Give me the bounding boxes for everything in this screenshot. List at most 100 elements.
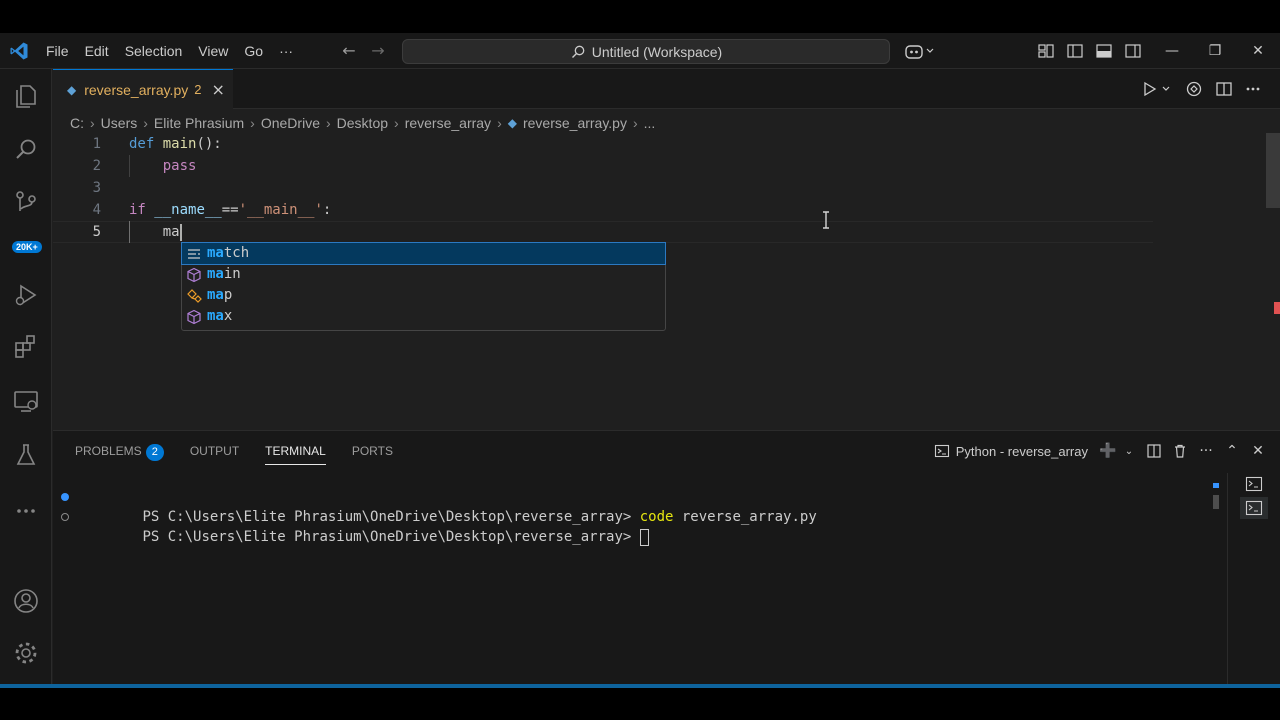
text-caret xyxy=(179,223,182,241)
run-dropdown-icon[interactable] xyxy=(1161,80,1171,98)
suggestion-max[interactable]: max xyxy=(182,306,665,327)
tab-ports[interactable]: PORTS xyxy=(352,431,393,471)
split-terminal-icon[interactable] xyxy=(1142,439,1166,463)
trash-icon[interactable] xyxy=(1168,439,1192,463)
toggle-secondary-sidebar-icon[interactable] xyxy=(1124,42,1142,60)
line-number: 3 xyxy=(92,180,101,196)
editor-scrollbar[interactable] xyxy=(1264,133,1280,430)
suggestion-rest: x xyxy=(223,308,233,324)
breadcrumb-file[interactable]: reverse_array.py xyxy=(523,115,627,131)
scrollbar-thumb[interactable] xyxy=(1266,133,1280,208)
restore-icon[interactable]: ❐ xyxy=(1193,33,1237,69)
terminal-instance-2[interactable] xyxy=(1240,497,1268,519)
keyword: def xyxy=(129,136,155,152)
customize-layout-icon[interactable] xyxy=(1037,42,1055,60)
breadcrumb-drive[interactable]: C: xyxy=(70,115,84,131)
close-icon[interactable]: ✕ xyxy=(1236,33,1280,69)
chevron-down-icon[interactable]: ⌄ xyxy=(1122,439,1136,463)
typed-text: ma xyxy=(162,224,180,240)
command-center[interactable]: Untitled (Workspace) xyxy=(402,39,890,64)
breadcrumb-users[interactable]: Users xyxy=(101,115,138,131)
source-control-icon[interactable] xyxy=(12,189,40,217)
suggestion-match-highlight: ma xyxy=(207,266,224,282)
forward-arrow-icon[interactable]: → xyxy=(368,41,388,61)
suggestion-rest: p xyxy=(223,287,233,303)
panel-tabs: PROBLEMS 2 OUTPUT TERMINAL PORTS xyxy=(75,431,419,471)
close-panel-icon[interactable]: ✕ xyxy=(1246,439,1270,463)
more-icon[interactable]: ··· xyxy=(1194,439,1218,463)
search-icon[interactable] xyxy=(12,136,40,164)
copilot-icon[interactable] xyxy=(905,42,935,60)
extensions-icon[interactable] xyxy=(12,333,40,361)
code-line: 4 if __name__=='__main__': xyxy=(53,199,1153,221)
line-number: 5 xyxy=(92,224,101,240)
close-tab-icon[interactable]: × xyxy=(211,80,224,99)
chevron-right-icon: › xyxy=(325,115,331,131)
scrollbar-thumb[interactable] xyxy=(1213,495,1219,509)
new-terminal-icon[interactable]: ➕ xyxy=(1096,439,1120,463)
accounts-icon[interactable] xyxy=(12,587,40,615)
module-icon xyxy=(187,267,201,282)
suggestion-main[interactable]: main xyxy=(182,264,665,285)
suggestion-label: max xyxy=(207,306,232,327)
breadcrumb-folder[interactable]: reverse_array xyxy=(405,115,491,131)
terminal-scrollbar[interactable] xyxy=(1211,483,1219,513)
minimize-icon[interactable]: — xyxy=(1150,33,1194,69)
tab-terminal[interactable]: TERMINAL xyxy=(265,431,326,471)
variable: __name__ xyxy=(154,202,222,218)
menu-edit[interactable]: Edit xyxy=(77,33,117,69)
punctuation: : xyxy=(322,202,332,218)
vscode-window: File Edit Selection View Go ··· ← → Unti… xyxy=(0,33,1280,689)
tab-reverse-array-py[interactable]: ◆ reverse_array.py 2 × xyxy=(53,69,233,109)
chevron-right-icon: › xyxy=(143,115,148,131)
menu-view[interactable]: View xyxy=(190,33,236,69)
breadcrumb-desktop[interactable]: Desktop xyxy=(337,115,388,131)
toggle-sidebar-icon[interactable] xyxy=(1066,42,1084,60)
terminal-output[interactable]: PS C:\Users\Elite Phrasium\OneDrive\Desk… xyxy=(53,487,1223,546)
panel-actions: Python - reverse_array ➕ ⌄ ··· ⌃ ✕ xyxy=(934,431,1280,471)
breadcrumb-onedrive[interactable]: OneDrive xyxy=(261,115,320,131)
more-actions-icon[interactable] xyxy=(1244,80,1262,98)
terminal-cursor xyxy=(639,528,649,546)
breadcrumb-user[interactable]: Elite Phrasium xyxy=(154,115,244,131)
terminal-icon xyxy=(1245,500,1263,516)
back-arrow-icon[interactable]: ← xyxy=(339,41,359,61)
breadcrumb-symbol[interactable]: ... xyxy=(644,115,656,131)
run-debug-icon[interactable] xyxy=(12,281,40,309)
remote-explorer-icon[interactable] xyxy=(12,387,40,415)
chevron-right-icon: › xyxy=(90,115,95,131)
mouse-ibeam-cursor xyxy=(823,211,829,229)
breadcrumb: C: › Users › Elite Phrasium › OneDrive ›… xyxy=(70,113,655,133)
maximize-panel-icon[interactable]: ⌃ xyxy=(1220,439,1244,463)
run-file-icon[interactable] xyxy=(1141,80,1159,98)
string-literal: '__main__' xyxy=(238,202,323,218)
copilot-chat-icon[interactable] xyxy=(1185,80,1203,98)
explorer-icon[interactable] xyxy=(12,82,40,110)
testing-icon[interactable] xyxy=(12,441,40,469)
suggestion-match-highlight: ma xyxy=(207,287,224,303)
chevron-right-icon: › xyxy=(250,115,255,131)
keyword: pass xyxy=(162,158,197,174)
menu-file[interactable]: File xyxy=(38,33,77,69)
terminal-name: Python - reverse_array xyxy=(955,443,1088,459)
more-icon[interactable] xyxy=(12,497,40,525)
split-editor-icon[interactable] xyxy=(1215,80,1233,98)
suggestion-match[interactable]: match xyxy=(181,242,666,265)
terminal-selector[interactable]: Python - reverse_array xyxy=(934,443,1088,459)
tab-filename: reverse_array.py xyxy=(84,81,189,98)
manage-icon[interactable] xyxy=(12,639,40,667)
tab-problems[interactable]: PROBLEMS 2 xyxy=(75,431,164,471)
suggestion-label: match xyxy=(207,243,249,264)
menu-go[interactable]: Go xyxy=(236,33,271,69)
terminal-instance-1[interactable] xyxy=(1240,473,1268,495)
menu-selection[interactable]: Selection xyxy=(117,33,191,69)
toggle-panel-icon[interactable] xyxy=(1095,42,1113,60)
chevron-right-icon: › xyxy=(394,115,399,131)
suggestion-label: main xyxy=(207,264,241,285)
suggestion-label: map xyxy=(207,285,232,306)
menu-more[interactable]: ··· xyxy=(271,33,301,69)
terminal-icon xyxy=(1245,476,1263,492)
source-control-badge: 20K+ xyxy=(12,241,42,253)
suggestion-map[interactable]: map xyxy=(182,285,665,306)
tab-output[interactable]: OUTPUT xyxy=(190,431,239,471)
